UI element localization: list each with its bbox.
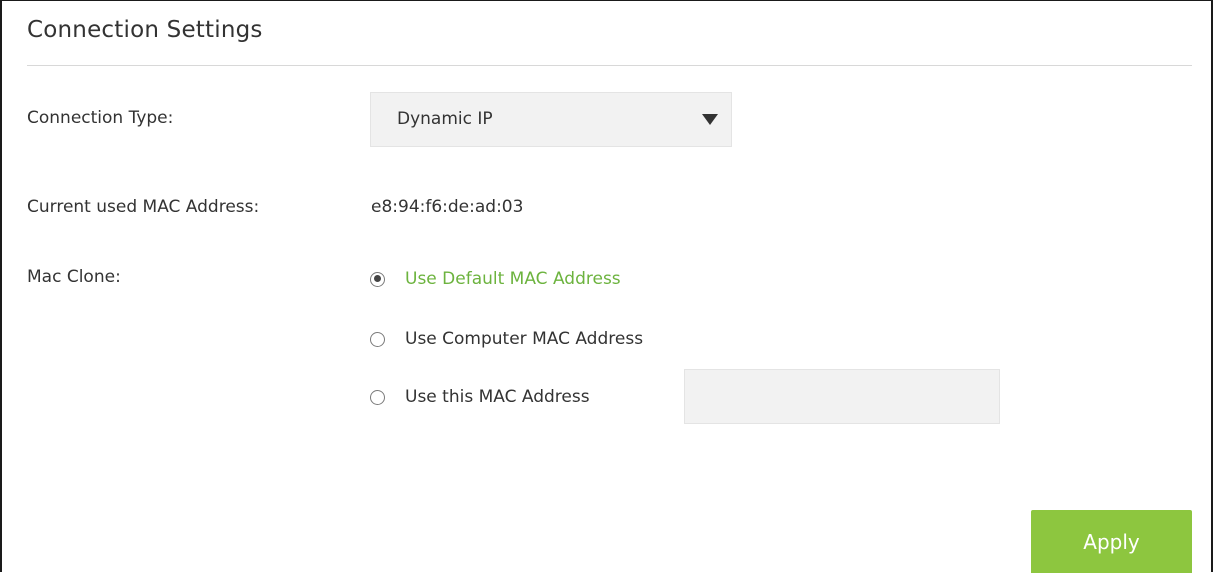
connection-type-value: Dynamic IP: [397, 109, 493, 129]
current-mac-label: Current used MAC Address:: [27, 197, 260, 217]
title-divider: [27, 65, 1192, 66]
radio-button-icon[interactable]: [370, 271, 385, 287]
radio-option-default-mac[interactable]: Use Default MAC Address: [370, 267, 621, 291]
settings-panel: Connection Settings Connection Type: Dyn…: [0, 0, 1213, 573]
current-mac-value: e8:94:f6:de:ad:03: [371, 197, 524, 217]
mac-clone-label: Mac Clone:: [27, 267, 121, 287]
caret-down-icon: [702, 114, 718, 125]
apply-button[interactable]: Apply: [1031, 510, 1192, 573]
connection-type-label: Connection Type:: [27, 108, 174, 128]
radio-label-custom-mac: Use this MAC Address: [405, 387, 590, 407]
radio-option-custom-mac[interactable]: Use this MAC Address: [370, 385, 590, 409]
section-title: Connection Settings: [27, 17, 263, 43]
radio-label-computer-mac: Use Computer MAC Address: [405, 329, 644, 349]
radio-option-computer-mac[interactable]: Use Computer MAC Address: [370, 327, 643, 351]
custom-mac-input[interactable]: [684, 369, 1000, 424]
radio-label-default-mac: Use Default MAC Address: [405, 269, 621, 289]
connection-type-select[interactable]: Dynamic IP: [370, 92, 732, 147]
radio-button-icon[interactable]: [370, 331, 385, 347]
radio-button-icon[interactable]: [370, 389, 385, 405]
